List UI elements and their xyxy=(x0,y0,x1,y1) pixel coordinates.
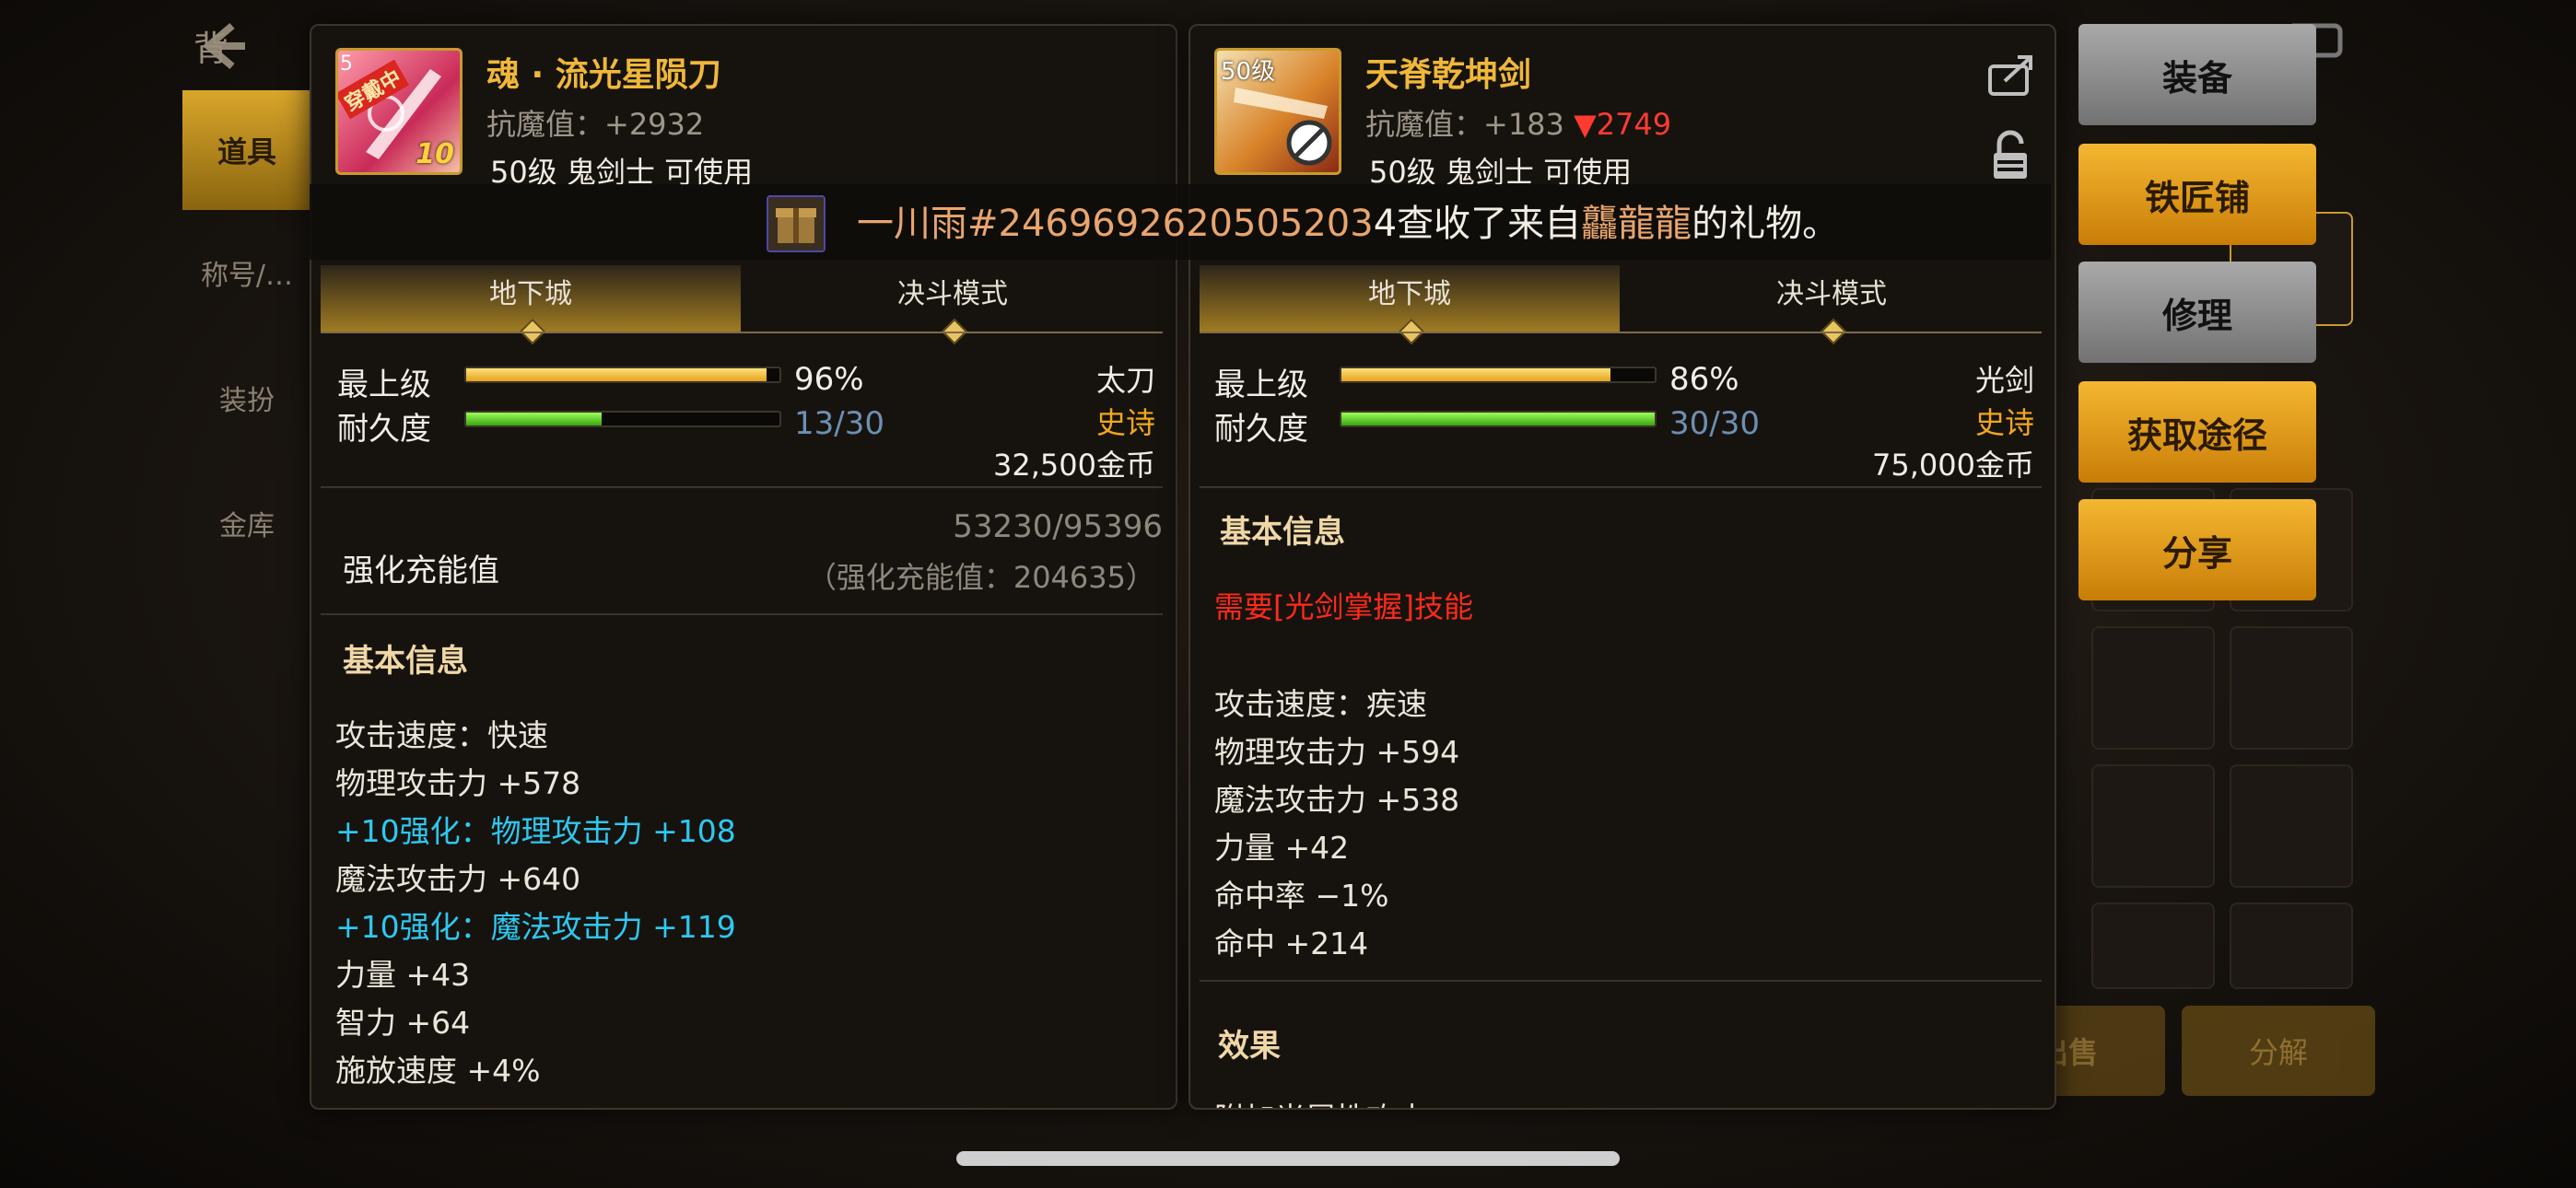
inventory-title: 背 xyxy=(193,29,229,69)
item-price: 75,000金币 xyxy=(1872,448,2034,483)
charge-total: （强化充能值：204635） xyxy=(806,560,1155,595)
grade-percent: 86% xyxy=(1669,361,1739,398)
weapon-type: 太刀 xyxy=(1095,363,1155,398)
tab-dungeon[interactable]: 地下城 xyxy=(1200,265,1620,345)
divider xyxy=(1200,980,2042,982)
mode-tabs: 地下城 决斗模式 xyxy=(1200,265,2042,345)
grade-bar-fill xyxy=(466,368,767,381)
equip-button[interactable]: 装备 xyxy=(2078,24,2316,125)
tab-divider xyxy=(1200,332,2042,333)
durability-bar xyxy=(464,411,781,427)
effect-heading: 效果 xyxy=(1218,1028,1281,1065)
rarity-label: 史诗 xyxy=(1974,405,2034,440)
gift-box-icon xyxy=(767,195,825,252)
share-out-icon[interactable] xyxy=(1985,50,2036,101)
stat-line: 物理攻击力 +594 xyxy=(1214,734,1460,770)
weapon-type: 光剑 xyxy=(1974,363,2034,398)
inventory-slot[interactable] xyxy=(2091,764,2215,888)
durability-value: 13/30 xyxy=(794,405,884,442)
effect-line: 附加光属性攻击 xyxy=(1214,1094,1427,1108)
divider xyxy=(1200,486,2042,488)
nav-tab-vault[interactable]: 金库 xyxy=(182,468,311,578)
grade-label: 最上级 xyxy=(1214,367,1308,403)
stat-line: 魔法攻击力 +538 xyxy=(1214,782,1460,818)
durability-value: 30/30 xyxy=(1669,405,1760,442)
charge-label: 强化充能值 xyxy=(343,553,499,589)
durability-bar-fill xyxy=(466,413,603,425)
stat-line: 力量 +43 xyxy=(335,957,471,993)
stat-line-enhance: +10强化：魔法攻击力 +119 xyxy=(335,909,736,945)
item-level-badge: 50级 xyxy=(1221,58,1276,86)
enhance-level-badge: 10 xyxy=(416,138,454,170)
inventory-slot[interactable] xyxy=(2230,626,2353,750)
basic-info-heading: 基本信息 xyxy=(343,643,468,680)
grade-bar-fill xyxy=(1341,368,1611,381)
skill-requirement: 需要[光剑掌握]技能 xyxy=(1214,589,1473,624)
nav-tab-avatar[interactable]: 装扮 xyxy=(182,343,311,453)
stat-line: 命中 +214 xyxy=(1214,926,1369,961)
durability-label: 耐久度 xyxy=(337,411,431,448)
stat-line: 魔法攻击力 +640 xyxy=(335,861,581,897)
item-price: 32,500金币 xyxy=(993,448,1155,483)
durability-bar-fill xyxy=(1341,413,1655,425)
decompose-button[interactable]: 分解 xyxy=(2182,1006,2375,1096)
grade-bar xyxy=(464,367,781,383)
anti-demon-diff: ▼2749 xyxy=(1574,107,1672,142)
lock-icon[interactable] xyxy=(1988,129,2032,182)
inventory-slot[interactable] xyxy=(2230,764,2353,888)
obtain-source-button[interactable]: 获取途径 xyxy=(2078,381,2316,483)
gift-notification-text: 一川雨#24696926205052034查收了来自龘龍龍的礼物。 xyxy=(857,203,1840,245)
grade-percent: 96% xyxy=(794,361,864,398)
item-name: 天脊乾坤剑 xyxy=(1365,56,1532,94)
stat-line: 攻击速度：疾速 xyxy=(1214,686,1427,722)
nav-tab-titles[interactable]: 称号/… xyxy=(182,217,311,328)
stat-line: 命中率 −1% xyxy=(1214,878,1389,914)
tab-pvp[interactable]: 决斗模式 xyxy=(1622,265,2042,345)
tab-divider xyxy=(321,332,1163,333)
stat-line: 智力 +64 xyxy=(335,1005,471,1041)
banner-sender: 龘龍龍 xyxy=(1581,203,1692,245)
anti-demon-value: 抗魔值：+183 ▼2749 xyxy=(1365,107,1672,142)
tab-dungeon[interactable]: 地下城 xyxy=(321,265,741,345)
repair-button[interactable]: 修理 xyxy=(2078,262,2316,363)
divider xyxy=(321,613,1163,615)
rarity-label: 史诗 xyxy=(1095,405,1155,440)
stat-line: 攻击速度：快速 xyxy=(335,717,548,753)
nav-tab-items[interactable]: 道具 xyxy=(182,90,311,210)
stat-line-enhance: +10强化：物理攻击力 +108 xyxy=(335,813,736,849)
durability-bar xyxy=(1340,411,1657,427)
anti-demon-value: 抗魔值：+2932 xyxy=(486,107,705,142)
mode-tabs: 地下城 决斗模式 xyxy=(321,265,1163,345)
item-icon-compare: 50级 xyxy=(1214,48,1341,175)
stat-line: 施放速度 +4% xyxy=(335,1053,541,1089)
share-button[interactable]: 分享 xyxy=(2078,499,2316,600)
divider xyxy=(321,486,1163,488)
grade-bar xyxy=(1340,367,1657,383)
charge-progress: 53230/95396 xyxy=(953,508,1163,545)
inventory-slot[interactable] xyxy=(2091,626,2215,750)
durability-label: 耐久度 xyxy=(1214,411,1308,448)
inventory-slot[interactable] xyxy=(2091,903,2215,989)
basic-info-heading: 基本信息 xyxy=(1220,514,1345,551)
item-level-corner: 5 xyxy=(340,52,353,76)
banner-player-id: 一川雨#2469692620505203 xyxy=(857,203,1374,245)
blacksmith-button[interactable]: 铁匠铺 xyxy=(2078,144,2316,245)
stat-line: 力量 +42 xyxy=(1214,830,1350,866)
home-indicator[interactable] xyxy=(956,1151,1620,1166)
grade-label: 最上级 xyxy=(337,367,431,403)
stat-line: 物理攻击力 +578 xyxy=(335,765,581,801)
item-icon-equipped: 5 穿戴中 10 xyxy=(335,48,463,175)
tab-pvp[interactable]: 决斗模式 xyxy=(743,265,1163,345)
inventory-slot[interactable] xyxy=(2230,903,2353,989)
item-name: 魂 · 流光星陨刀 xyxy=(486,56,721,94)
